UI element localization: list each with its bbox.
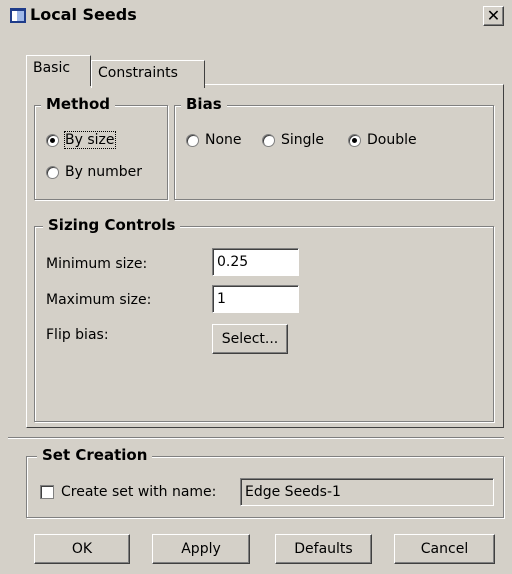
minimum-size-input[interactable]: 0.25 [212,248,299,276]
set-creation-title: Set Creation [37,446,153,464]
bias-double-radio[interactable]: Double [348,132,417,148]
tab-constraints-label: Constraints [98,65,178,81]
bias-single-label: Single [281,132,325,148]
method-by-size-radio[interactable]: By size [46,131,116,149]
radio-selected-icon [46,133,59,147]
window-app-icon [10,8,26,23]
radio-selected-icon [348,133,361,147]
local-seeds-dialog: Local Seeds ✕ Basic Constraints Method B… [0,0,512,574]
close-icon: ✕ [486,6,501,25]
apply-button[interactable]: Apply [152,534,250,564]
tab-basic-label: Basic [33,60,71,76]
tab-basic[interactable]: Basic [26,55,91,86]
bias-single-radio[interactable]: Single [262,132,324,148]
bias-none-radio[interactable]: None [186,132,242,148]
minimum-size-label: Minimum size: [46,256,148,272]
title-bar: Local Seeds ✕ [0,0,512,34]
flip-bias-label: Flip bias: [46,327,109,343]
bias-none-label: None [205,132,242,148]
method-group-title: Method [41,95,115,113]
create-set-label: Create set with name: [61,484,217,500]
bias-group: Bias [174,95,494,200]
sizing-controls-title: Sizing Controls [43,216,181,234]
separator-line [8,437,504,439]
bias-double-label: Double [367,132,417,148]
method-group: Method [34,95,168,200]
radio-unselected-icon [186,133,199,147]
bias-group-title: Bias [181,95,227,113]
radio-unselected-icon [262,133,275,147]
radio-unselected-icon [46,165,59,179]
method-by-number-label: By number [65,164,142,180]
method-by-number-radio[interactable]: By number [46,164,142,180]
window-title: Local Seeds [30,5,137,24]
cancel-button[interactable]: Cancel [394,534,495,564]
ok-button[interactable]: OK [34,534,130,564]
maximum-size-input[interactable]: 1 [212,285,299,313]
flip-bias-select-button[interactable]: Select... [212,324,288,354]
create-set-checkbox[interactable] [40,485,54,499]
close-button[interactable]: ✕ [483,6,504,26]
defaults-button[interactable]: Defaults [275,534,372,564]
maximum-size-label: Maximum size: [46,292,152,308]
set-name-input[interactable]: Edge Seeds-1 [240,478,494,506]
tab-constraints[interactable]: Constraints [91,60,205,88]
method-by-size-label: By size [64,131,116,149]
